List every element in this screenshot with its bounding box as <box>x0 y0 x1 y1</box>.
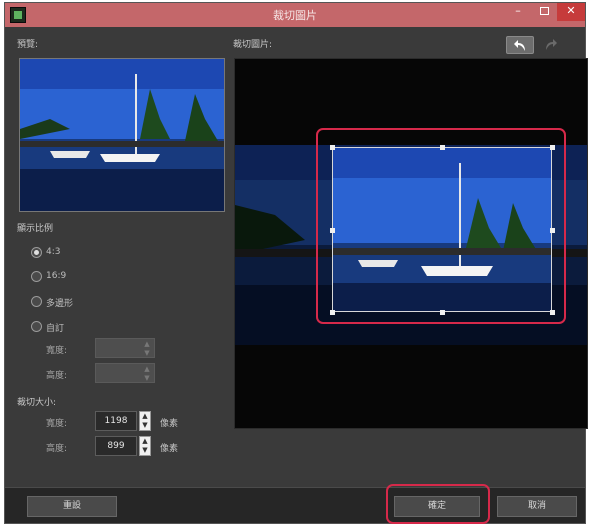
custom-width-field: ▲ ▼ <box>95 338 155 358</box>
custom-height-field: ▲ ▼ <box>95 363 155 383</box>
chevron-down-icon: ▼ <box>144 349 150 357</box>
chevron-up-icon[interactable]: ▲ <box>140 412 150 421</box>
cancel-button[interactable]: 取消 <box>497 496 577 517</box>
minimize-button[interactable]: – <box>505 3 531 21</box>
aspect-ratio-label: 顯示比例 <box>17 224 54 234</box>
chevron-up-icon: ▲ <box>144 365 150 373</box>
ok-button-highlight <box>386 484 490 524</box>
aspect-option-label: 自訂 <box>46 324 65 334</box>
window-title: 裁切圖片 <box>273 9 317 22</box>
crop-image-label: 裁切圖片: <box>233 40 273 50</box>
close-icon: ✕ <box>566 4 576 17</box>
preview-thumbnail <box>19 58 225 212</box>
radio-button[interactable] <box>31 296 42 307</box>
chevron-up-icon: ▲ <box>144 340 150 348</box>
custom-width-label: 寬度: <box>46 346 68 356</box>
chevron-down-icon: ▼ <box>144 374 150 382</box>
title-bar[interactable]: 裁切圖片 – ✕ <box>5 3 585 27</box>
undo-arrow-icon <box>514 40 525 51</box>
close-button[interactable]: ✕ <box>557 3 585 21</box>
radio-button[interactable] <box>31 321 42 332</box>
crop-height-input[interactable]: 899 <box>95 436 137 456</box>
maximize-button[interactable] <box>531 3 557 21</box>
chevron-down-icon[interactable]: ▼ <box>140 421 150 430</box>
undo-button[interactable] <box>506 36 534 54</box>
dialog-footer: 重設 確定 取消 <box>5 487 585 523</box>
custom-height-label: 高度: <box>46 371 68 381</box>
crop-width-label: 寬度: <box>46 419 68 429</box>
aspect-option-label: 4:3 <box>46 247 61 257</box>
minimize-icon: – <box>515 4 521 17</box>
crop-height-stepper[interactable]: ▲ ▼ <box>139 436 151 456</box>
crop-width-unit: 像素 <box>160 419 179 429</box>
crop-area-highlight <box>316 128 566 324</box>
preview-photo <box>20 59 224 211</box>
crop-size-label: 裁切大小: <box>17 398 57 408</box>
crop-height-unit: 像素 <box>160 444 179 454</box>
radio-button[interactable] <box>31 247 42 258</box>
chevron-down-icon[interactable]: ▼ <box>140 446 150 455</box>
aspect-option-label: 16:9 <box>46 271 67 281</box>
chevron-up-icon[interactable]: ▲ <box>140 437 150 446</box>
maximize-icon <box>539 7 549 15</box>
crop-width-stepper[interactable]: ▲ ▼ <box>139 411 151 431</box>
crop-height-label: 高度: <box>46 444 68 454</box>
redo-button[interactable] <box>536 36 564 54</box>
reset-button[interactable]: 重設 <box>27 496 117 517</box>
crop-width-input[interactable]: 1198 <box>95 411 137 431</box>
radio-button[interactable] <box>31 271 42 282</box>
aspect-option-label: 多邊形 <box>46 299 74 309</box>
preview-label: 預覽: <box>17 40 39 50</box>
redo-arrow-icon <box>546 39 557 50</box>
